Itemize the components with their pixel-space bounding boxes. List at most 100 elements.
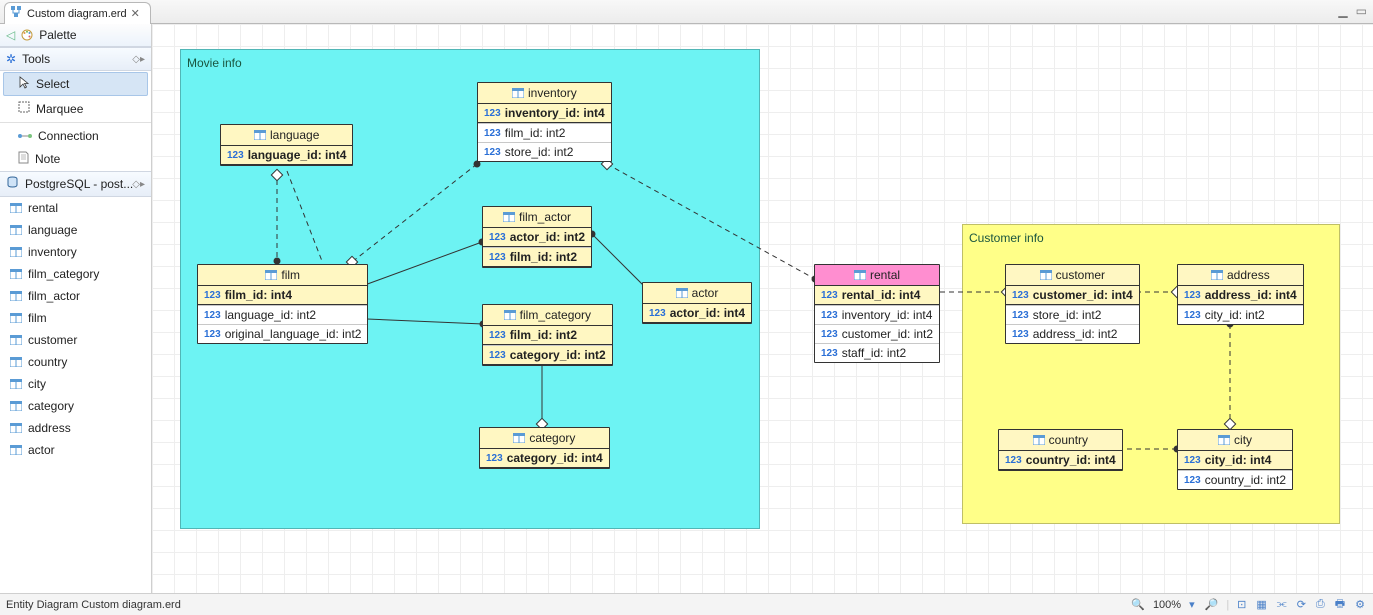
entity-column: 123language_id: int2 bbox=[198, 305, 367, 324]
db-label: PostgreSQL - post... bbox=[25, 177, 133, 191]
number-icon: 123 bbox=[484, 147, 501, 158]
db-table-label: film_category bbox=[28, 267, 99, 281]
maximize-icon[interactable]: ▭ bbox=[1356, 4, 1367, 18]
number-icon: 123 bbox=[821, 310, 838, 321]
erd-file-icon bbox=[11, 6, 23, 21]
number-icon: 123 bbox=[489, 232, 506, 243]
column-label: film_id: int2 bbox=[505, 126, 566, 140]
refresh-icon[interactable]: ⟳ bbox=[1295, 598, 1308, 611]
db-table-item[interactable]: rental bbox=[0, 197, 151, 219]
tool-note[interactable]: Note bbox=[0, 147, 151, 171]
db-table-item[interactable]: language bbox=[0, 219, 151, 241]
entity-film[interactable]: film123film_id: int4123language_id: int2… bbox=[197, 264, 368, 344]
db-table-label: language bbox=[28, 223, 77, 237]
entity-rental[interactable]: rental123rental_id: int4123inventory_id:… bbox=[814, 264, 940, 363]
entity-category[interactable]: category123category_id: int4 bbox=[479, 427, 610, 469]
zoom-out-icon[interactable]: 🔍 bbox=[1129, 598, 1147, 611]
entity-column: 123store_id: int2 bbox=[478, 142, 611, 161]
minimize-icon[interactable]: ▁ bbox=[1338, 4, 1347, 18]
settings-icon[interactable]: ⚙ bbox=[1353, 598, 1367, 611]
db-table-label: country bbox=[28, 355, 67, 369]
entity-country[interactable]: country123country_id: int4 bbox=[998, 429, 1123, 471]
column-label: inventory_id: int4 bbox=[842, 308, 933, 322]
print-icon[interactable]: 🖶 bbox=[1333, 595, 1347, 614]
db-table-label: actor bbox=[28, 443, 55, 457]
entity-title: country bbox=[1049, 433, 1088, 447]
zoom-dropdown-icon[interactable]: ▾ bbox=[1187, 598, 1197, 611]
entity-film_category[interactable]: film_category123film_id: int2123category… bbox=[482, 304, 613, 366]
zoom-in-icon[interactable]: 🔎 bbox=[1203, 598, 1221, 611]
db-table-item[interactable]: film bbox=[0, 307, 151, 329]
table-icon bbox=[10, 401, 22, 411]
entity-header: rental bbox=[815, 265, 939, 286]
entity-address[interactable]: address123address_id: int4123city_id: in… bbox=[1177, 264, 1304, 325]
db-table-item[interactable]: film_category bbox=[0, 263, 151, 285]
editor-tab[interactable]: Custom diagram.erd ✕ bbox=[4, 2, 151, 24]
number-icon: 123 bbox=[204, 310, 221, 321]
region-title: Customer info bbox=[969, 231, 1333, 245]
back-icon[interactable]: ◁ bbox=[6, 28, 15, 42]
tool-label: Select bbox=[36, 77, 69, 91]
db-section-header[interactable]: PostgreSQL - post... ◇▸ bbox=[0, 171, 151, 197]
entity-city[interactable]: city123city_id: int4123country_id: int2 bbox=[1177, 429, 1293, 490]
table-icon bbox=[1033, 435, 1045, 445]
db-table-item[interactable]: category bbox=[0, 395, 151, 417]
column-label: customer_id: int2 bbox=[842, 327, 933, 341]
db-table-item[interactable]: country bbox=[0, 351, 151, 373]
diagram-canvas[interactable]: Movie info Customer info bbox=[152, 24, 1373, 593]
table-icon bbox=[10, 445, 22, 455]
entity-inventory[interactable]: inventory123inventory_id: int4123film_id… bbox=[477, 82, 612, 162]
entity-actor[interactable]: actor123actor_id: int4 bbox=[642, 282, 752, 324]
number-icon: 123 bbox=[1184, 310, 1201, 321]
column-label: address_id: int2 bbox=[1033, 327, 1118, 341]
number-icon: 123 bbox=[649, 308, 666, 319]
table-icon bbox=[1218, 435, 1230, 445]
grid-icon[interactable]: ▦ bbox=[1254, 598, 1268, 611]
entity-header: inventory bbox=[478, 83, 611, 104]
palette-icon bbox=[21, 29, 33, 41]
export-icon[interactable]: ⎙ bbox=[1314, 598, 1327, 611]
column-label: country_id: int2 bbox=[1205, 473, 1286, 487]
entity-film_actor[interactable]: film_actor123actor_id: int2123film_id: i… bbox=[482, 206, 592, 268]
tool-select[interactable]: Select bbox=[3, 72, 148, 96]
db-table-item[interactable]: city bbox=[0, 373, 151, 395]
column-label: film_id: int2 bbox=[510, 328, 577, 342]
column-label: store_id: int2 bbox=[1033, 308, 1102, 322]
column-label: film_id: int4 bbox=[225, 288, 292, 302]
tool-connection[interactable]: Connection bbox=[0, 125, 151, 147]
tools-label: Tools bbox=[22, 52, 50, 66]
db-table-item[interactable]: actor bbox=[0, 439, 151, 461]
entity-title: inventory bbox=[528, 86, 577, 100]
entity-column: 123address_id: int4 bbox=[1178, 286, 1303, 305]
table-icon bbox=[1040, 270, 1052, 280]
table-icon bbox=[676, 288, 688, 298]
expand-icon[interactable]: ◇▸ bbox=[132, 179, 145, 190]
db-table-item[interactable]: film_actor bbox=[0, 285, 151, 307]
entity-language[interactable]: language123language_id: int4 bbox=[220, 124, 353, 166]
column-label: country_id: int4 bbox=[1026, 453, 1116, 467]
db-table-item[interactable]: customer bbox=[0, 329, 151, 351]
palette-sidebar: ◁ Palette ✲ Tools ◇▸ Select Marquee bbox=[0, 24, 152, 593]
number-icon: 123 bbox=[1012, 290, 1029, 301]
marquee-icon bbox=[18, 101, 30, 116]
db-table-item[interactable]: inventory bbox=[0, 241, 151, 263]
entity-column: 123staff_id: int2 bbox=[815, 343, 939, 362]
number-icon: 123 bbox=[1012, 310, 1029, 321]
tool-marquee[interactable]: Marquee bbox=[0, 97, 151, 120]
number-icon: 123 bbox=[489, 350, 506, 361]
entity-column: 123 category_id: int4 bbox=[480, 449, 609, 468]
layout-icon[interactable]: ⫘ bbox=[1275, 598, 1289, 611]
fit-icon[interactable]: ⊡ bbox=[1235, 598, 1248, 611]
postgres-icon bbox=[6, 176, 19, 192]
db-table-item[interactable]: address bbox=[0, 417, 151, 439]
column-label: category_id: int4 bbox=[507, 451, 603, 465]
table-icon bbox=[10, 313, 22, 323]
number-icon: 123 bbox=[821, 290, 838, 301]
tools-section-header[interactable]: ✲ Tools ◇▸ bbox=[0, 47, 151, 71]
number-icon: 123 bbox=[486, 453, 503, 464]
entity-customer[interactable]: customer123customer_id: int4123store_id:… bbox=[1005, 264, 1140, 344]
close-icon[interactable]: ✕ bbox=[131, 7, 140, 20]
db-table-label: customer bbox=[28, 333, 77, 347]
expand-icon[interactable]: ◇▸ bbox=[132, 54, 145, 65]
entity-column: 123address_id: int2 bbox=[1006, 324, 1139, 343]
